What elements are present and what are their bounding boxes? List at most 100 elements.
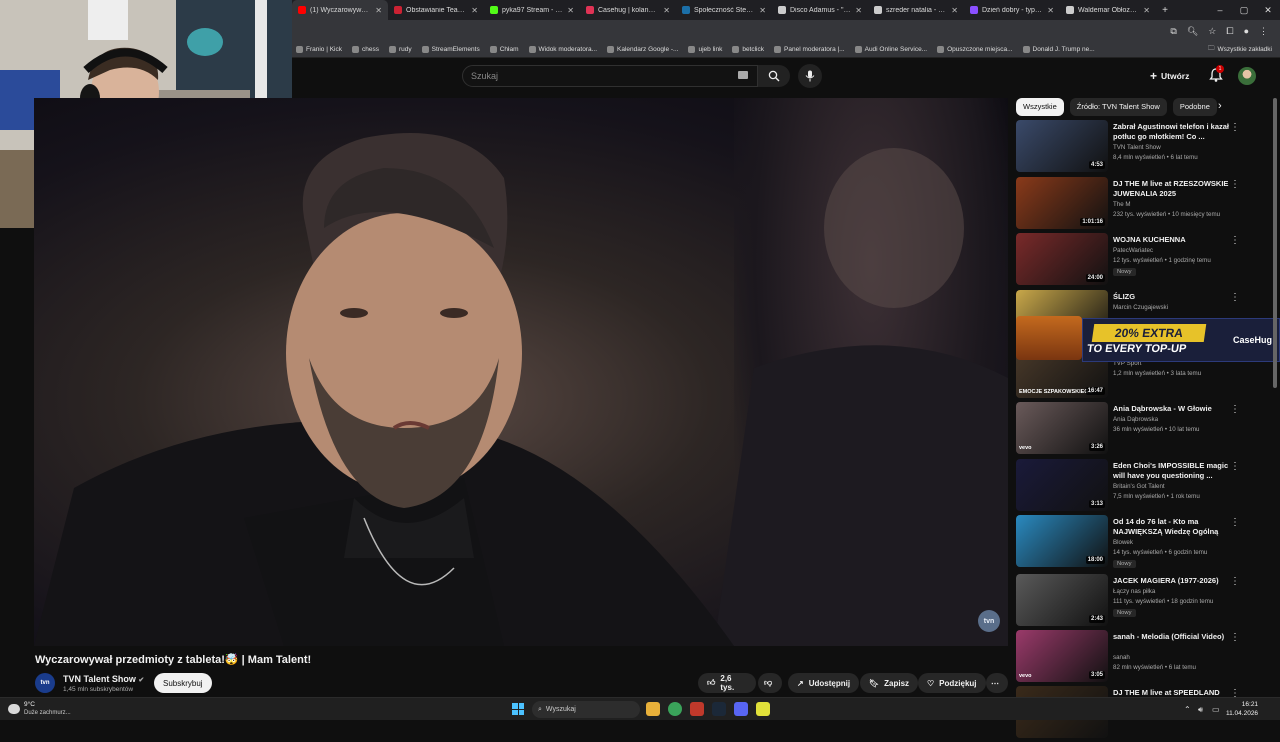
recommended-video[interactable]: 24:00 WOJNA KUCHENNA PatecWariatec 12 tys. … [1016, 233, 1244, 289]
recommended-channel[interactable]: Łączy nas piłka [1113, 588, 1155, 595]
close-tab-icon[interactable]: ✕ [951, 6, 958, 15]
recommended-title[interactable]: DJ THE M live at RZESZOWSKIE JUWENALIA 2… [1113, 179, 1235, 199]
bookmark-item[interactable]: betclick [732, 46, 764, 53]
recommended-channel[interactable]: TVN Talent Show [1113, 144, 1161, 151]
close-tab-icon[interactable]: ✕ [567, 6, 574, 15]
browser-tab[interactable]: szreder natalia - Szuk ✕ [868, 0, 964, 20]
browser-tab[interactable]: Casehug | kolanoskop✕ [580, 0, 676, 20]
recommended-title[interactable]: Ania Dąbrowska - W Głowie [1113, 404, 1235, 414]
extensions-icon[interactable]: ⧠ [1226, 26, 1233, 37]
recommended-video[interactable]: vevo 3:05 sanah - Melodia (Official Video)… [1016, 630, 1244, 686]
volume-icon[interactable]: 🔊︎ [1198, 705, 1203, 715]
thanks-button[interactable]: ♡ Podziękuj [918, 673, 986, 693]
browser-tab[interactable]: Obstawianie Team Fr ✕ [388, 0, 484, 20]
close-tab-icon[interactable]: ✕ [855, 6, 862, 15]
filter-chip[interactable]: Wszystkie [1016, 98, 1064, 116]
subscribe-button[interactable]: Subskrybuj [154, 673, 212, 693]
channel-avatar[interactable]: tvn [35, 673, 55, 693]
zoom-icon[interactable]: 🔍︎ [1187, 26, 1198, 37]
bookmark-item[interactable]: ujeb link [688, 46, 722, 53]
maximize-button[interactable]: ▢ [1232, 5, 1256, 16]
recommended-title[interactable]: JACEK MAGIERA (1977-2026) [1113, 576, 1235, 586]
browser-tab[interactable]: Społeczność Steam :: ✕ [676, 0, 772, 20]
chevron-right-icon[interactable]: › [1218, 100, 1222, 112]
video-thumbnail[interactable]: 3:13 [1016, 459, 1108, 511]
more-vertical-icon[interactable]: ⋮ [1230, 404, 1240, 415]
more-vertical-icon[interactable]: ⋮ [1230, 122, 1240, 133]
bookmark-star-icon[interactable]: ☆ [1208, 26, 1216, 37]
video-thumbnail[interactable]: vevo 3:05 [1016, 630, 1108, 682]
install-icon[interactable]: ⧉ [1170, 26, 1176, 37]
profile-icon[interactable]: ● [1244, 26, 1249, 36]
recommended-channel[interactable]: Britain's Got Talent [1113, 483, 1165, 490]
close-window-button[interactable]: ✕ [1256, 5, 1280, 16]
bookmark-item[interactable]: Franio | Kick [296, 46, 342, 53]
browser-tab[interactable]: pyka97 Stream - Wat ✕ [484, 0, 580, 20]
recommended-channel[interactable]: PatecWariatec [1113, 247, 1153, 254]
recommended-video[interactable]: 3:13 Eden Choi's IMPOSSIBLE magic will ha… [1016, 459, 1244, 515]
close-tab-icon[interactable]: ✕ [1047, 6, 1054, 15]
bookmark-item[interactable]: Chłam [489, 46, 519, 53]
like-button[interactable]: 👍︎ 2,6 tys. [698, 673, 756, 693]
recommended-video[interactable]: vevo 3:26 Ania Dąbrowska - W Głowie Ania Dą… [1016, 402, 1244, 458]
create-button[interactable]: + Utwórz [1150, 67, 1189, 85]
bookmark-item[interactable]: chess [352, 46, 379, 53]
app-icon-red[interactable] [690, 702, 704, 716]
network-icon[interactable]: ▭ [1212, 705, 1220, 714]
browser-tab[interactable]: Dzień dobry - typowy ✕ [964, 0, 1060, 20]
search-button[interactable] [758, 65, 790, 87]
new-tab-button[interactable]: + [1156, 5, 1174, 16]
recommended-title[interactable]: sanah - Melodia (Official Video) [1113, 632, 1235, 642]
more-actions-button[interactable]: ⋯ [986, 673, 1008, 693]
recommended-channel[interactable]: Ania Dąbrowska [1113, 416, 1158, 423]
weather-temperature[interactable]: 9°C [24, 701, 35, 708]
more-vertical-icon[interactable]: ⋮ [1230, 292, 1240, 303]
recommended-channel[interactable]: Blowek [1113, 539, 1133, 546]
bookmark-item[interactable]: Kalendarz Google -... [607, 46, 678, 53]
recommended-channel[interactable]: sanah [1113, 654, 1130, 661]
video-thumbnail[interactable]: vevo 3:26 [1016, 402, 1108, 454]
chevron-up-icon[interactable]: ⌃ [1184, 705, 1191, 714]
recommended-video[interactable]: 2:43 JACEK MAGIERA (1977-2026) Łączy nas p… [1016, 574, 1244, 630]
filter-chip[interactable]: Źródło: TVN Talent Show [1069, 98, 1167, 116]
more-vertical-icon[interactable]: ⋮ [1230, 461, 1240, 472]
browser-tab[interactable]: (1) Wyczarowywał prz ✕ [292, 0, 388, 20]
clock[interactable]: 16:21 11.04.2026 [1226, 700, 1258, 718]
keyboard-icon[interactable] [738, 71, 748, 79]
recommended-channel[interactable]: Marcin Czugajewski [1113, 304, 1168, 311]
app-icon-yellow[interactable] [756, 702, 770, 716]
bookmark-item[interactable]: Opuszczone miejsca... [937, 46, 1013, 53]
filter-chip[interactable]: Podobne [1172, 98, 1217, 116]
recommended-title[interactable]: ŚLIZG [1113, 292, 1235, 302]
video-thumbnail[interactable]: 1:01:16 [1016, 177, 1108, 229]
recommended-video[interactable]: 18:00 Od 14 do 76 lat - Kto ma NAJWIĘKSZĄ… [1016, 515, 1244, 571]
video-thumbnail[interactable]: 24:00 [1016, 233, 1108, 285]
video-thumbnail[interactable]: 4:53 [1016, 120, 1108, 172]
close-tab-icon[interactable]: ✕ [759, 6, 766, 15]
all-bookmarks-folder[interactable]: 🗀 Wszystkie zakładki [1208, 44, 1280, 55]
dislike-button[interactable]: 👎︎ [758, 673, 782, 693]
voice-search-button[interactable] [798, 64, 822, 88]
close-tab-icon[interactable]: ✕ [663, 6, 670, 15]
recommended-title[interactable]: Eden Choi's IMPOSSIBLE magic will have y… [1113, 461, 1235, 481]
close-tab-icon[interactable]: ✕ [471, 6, 478, 15]
sidebar-scrollbar[interactable] [1273, 98, 1277, 388]
recommended-title[interactable]: WOJNA KUCHENNA [1113, 235, 1235, 245]
browser-tab[interactable]: Disco Adamus - "Sign ✕ [772, 0, 868, 20]
recommended-title[interactable]: Od 14 do 76 lat - Kto ma NAJWIĘKSZĄ Wied… [1113, 517, 1235, 537]
channel-name[interactable]: TVN Talent Show ✔ [63, 674, 144, 684]
recommended-title[interactable]: Zabrał Agustinowi telefon i kazał potłuc… [1113, 122, 1235, 142]
browser-tab[interactable]: Waldemar Obłoza - S ✕ [1060, 0, 1156, 20]
more-vertical-icon[interactable]: ⋮ [1230, 179, 1240, 190]
recommended-video[interactable]: 1:01:16 DJ THE M live at RZESZOWSKIE JUWE… [1016, 177, 1244, 233]
share-button[interactable]: ↗ Udostępnij [788, 673, 860, 693]
bookmark-item[interactable]: Panel moderatora |... [774, 46, 845, 53]
recommended-video[interactable]: 4:53 Zabrał Agustinowi telefon i kazał po… [1016, 120, 1244, 176]
more-vertical-icon[interactable]: ⋮ [1230, 576, 1240, 587]
browser-menu-icon[interactable]: ⋮ [1259, 26, 1268, 37]
bookmark-item[interactable]: Donald J. Trump ne... [1022, 46, 1095, 53]
file-explorer-icon[interactable] [646, 702, 660, 716]
bookmark-item[interactable]: Widok moderatora... [528, 46, 597, 53]
video-player[interactable]: tvn [34, 98, 1008, 646]
discord-icon[interactable] [734, 702, 748, 716]
